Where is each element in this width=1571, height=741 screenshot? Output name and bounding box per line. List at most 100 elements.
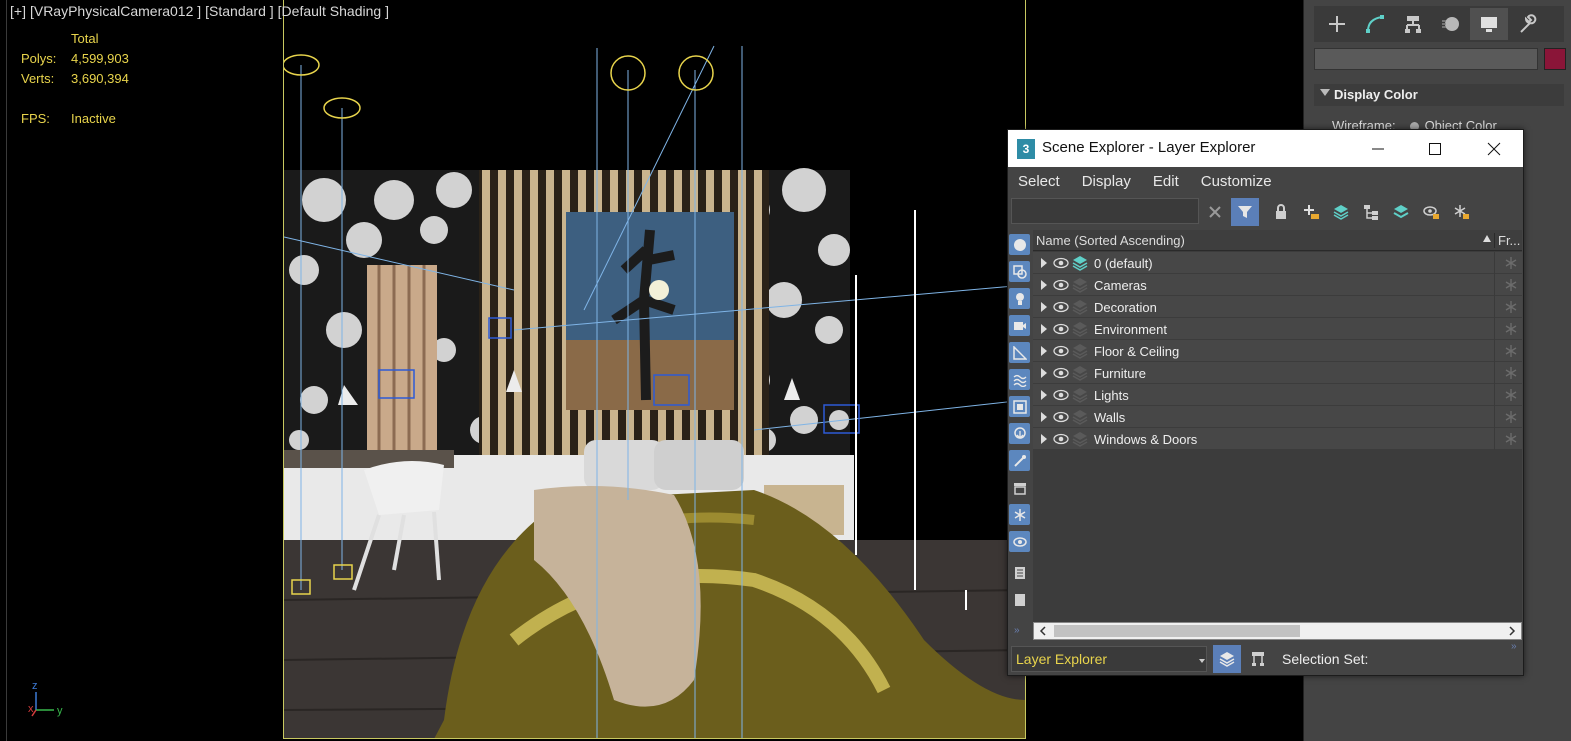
layer-row[interactable]: Lights (1033, 384, 1522, 406)
layer-icon[interactable] (1072, 299, 1088, 315)
expand-arrow-icon[interactable] (1041, 324, 1047, 334)
scrollbar-thumb[interactable] (1054, 625, 1300, 637)
viewport-camera-label[interactable]: [VRayPhysicalCamera012 ] (30, 3, 201, 19)
add-to-layer-button[interactable] (1327, 198, 1355, 226)
sidebar-expand-chevron-icon[interactable]: » (1014, 625, 1020, 636)
horizontal-scrollbar[interactable] (1033, 622, 1522, 640)
hierarchy-view-button[interactable] (1357, 198, 1385, 226)
explorer-titlebar[interactable]: 3 Scene Explorer - Layer Explorer (1008, 130, 1523, 167)
visibility-eye-icon[interactable] (1053, 388, 1069, 402)
active-layer-icon[interactable] (1072, 255, 1088, 271)
explorer-type-dropdown[interactable]: Layer Explorer (1011, 646, 1207, 672)
sort-by-layer-button[interactable] (1213, 645, 1241, 673)
visibility-eye-icon[interactable] (1053, 278, 1069, 292)
bones-filter-button[interactable] (1009, 450, 1030, 471)
object-name-field[interactable] (1314, 48, 1538, 70)
explorer-search-input[interactable] (1011, 198, 1199, 224)
expand-arrow-icon[interactable] (1041, 434, 1047, 444)
shapes-filter-button[interactable] (1009, 261, 1030, 282)
expand-arrow-icon[interactable] (1041, 258, 1047, 268)
freeze-snowflake-icon[interactable] (1504, 388, 1518, 402)
layer-icon[interactable] (1072, 365, 1088, 381)
expand-arrow-icon[interactable] (1041, 412, 1047, 422)
utilities-tab[interactable] (1508, 8, 1546, 40)
layer-row[interactable]: Decoration (1033, 296, 1522, 318)
layer-icon[interactable] (1072, 431, 1088, 447)
expand-arrow-icon[interactable] (1041, 390, 1047, 400)
viewport-shading-label[interactable]: [Default Shading ] (278, 3, 389, 19)
expand-arrow-icon[interactable] (1041, 368, 1047, 378)
sort-by-hierarchy-button[interactable] (1244, 645, 1272, 673)
freeze-snowflake-icon[interactable] (1504, 278, 1518, 292)
xrefs-filter-button[interactable] (1009, 423, 1030, 444)
scroll-right-icon[interactable] (1507, 625, 1517, 637)
expand-arrow-icon[interactable] (1041, 346, 1047, 356)
column-name-header[interactable]: Name (Sorted Ascending) (1036, 233, 1185, 248)
freeze-snowflake-icon[interactable] (1504, 410, 1518, 424)
close-button[interactable] (1474, 136, 1514, 162)
visibility-eye-icon[interactable] (1053, 366, 1069, 380)
layer-icon[interactable] (1072, 277, 1088, 293)
hide-layers-button[interactable] (1417, 198, 1445, 226)
viewport-mode-label[interactable]: [Standard ] (205, 3, 274, 19)
expand-arrow-icon[interactable] (1041, 302, 1047, 312)
helpers-filter-button[interactable] (1009, 342, 1030, 363)
freeze-snowflake-icon[interactable] (1504, 300, 1518, 314)
display-none-button[interactable] (1009, 589, 1030, 610)
layer-row[interactable]: Walls (1033, 406, 1522, 428)
freeze-snowflake-icon[interactable] (1504, 256, 1518, 270)
motion-tab[interactable] (1432, 8, 1470, 40)
freeze-layers-button[interactable] (1447, 198, 1475, 226)
scroll-left-icon[interactable] (1038, 625, 1048, 637)
expand-arrow-icon[interactable] (1041, 280, 1047, 290)
filter-button[interactable] (1231, 198, 1259, 226)
lights-filter-button[interactable] (1009, 288, 1030, 309)
visibility-eye-icon[interactable] (1053, 410, 1069, 424)
object-color-swatch[interactable] (1544, 48, 1566, 70)
clear-search-button[interactable] (1201, 198, 1229, 226)
layer-row[interactable]: Furniture (1033, 362, 1522, 384)
layer-icon[interactable] (1072, 409, 1088, 425)
freeze-snowflake-icon[interactable] (1504, 322, 1518, 336)
layer-row[interactable]: Windows & Doors (1033, 428, 1522, 450)
layer-manager-button[interactable] (1387, 198, 1415, 226)
layer-tree[interactable]: Name (Sorted Ascending) Fr... 0 (default… (1033, 230, 1522, 622)
layer-icon[interactable] (1072, 387, 1088, 403)
menu-edit[interactable]: Edit (1153, 167, 1179, 197)
display-all-button[interactable] (1009, 562, 1030, 583)
visibility-eye-icon[interactable] (1053, 432, 1069, 446)
freeze-snowflake-icon[interactable] (1504, 366, 1518, 380)
hidden-filter-button[interactable] (1009, 531, 1030, 552)
bottom-expand-chevron-icon[interactable]: » (1511, 641, 1517, 652)
freeze-snowflake-icon[interactable] (1504, 344, 1518, 358)
layer-row[interactable]: 0 (default) (1033, 252, 1522, 274)
new-layer-button[interactable] (1297, 198, 1325, 226)
layer-icon[interactable] (1072, 343, 1088, 359)
viewport-label[interactable]: [+] [VRayPhysicalCamera012 ] [Standard ] [D… (10, 3, 393, 19)
display-tab[interactable] (1470, 8, 1508, 40)
spacewarps-filter-button[interactable] (1009, 369, 1030, 390)
visibility-eye-icon[interactable] (1053, 344, 1069, 358)
hierarchy-tab[interactable] (1394, 8, 1432, 40)
layer-row[interactable]: Cameras (1033, 274, 1522, 296)
frozen-filter-button[interactable] (1009, 504, 1030, 525)
visibility-eye-icon[interactable] (1053, 256, 1069, 270)
menu-select[interactable]: Select (1018, 167, 1060, 197)
groups-filter-button[interactable] (1009, 396, 1030, 417)
create-tab[interactable] (1318, 8, 1356, 40)
viewport-menu-plus[interactable]: [+] (10, 3, 26, 19)
menu-display[interactable]: Display (1082, 167, 1131, 197)
containers-filter-button[interactable] (1009, 477, 1030, 498)
layer-row[interactable]: Environment (1033, 318, 1522, 340)
modify-tab[interactable] (1356, 8, 1394, 40)
lock-button[interactable] (1267, 198, 1295, 226)
visibility-eye-icon[interactable] (1053, 300, 1069, 314)
display-color-rollout[interactable]: Display Color (1314, 84, 1564, 106)
layer-row[interactable]: Floor & Ceiling (1033, 340, 1522, 362)
visibility-eye-icon[interactable] (1053, 322, 1069, 336)
layer-icon[interactable] (1072, 321, 1088, 337)
cameras-filter-button[interactable] (1009, 315, 1030, 336)
maximize-button[interactable] (1415, 136, 1455, 162)
column-frozen-header[interactable]: Fr... (1494, 233, 1520, 248)
menu-customize[interactable]: Customize (1201, 167, 1272, 197)
